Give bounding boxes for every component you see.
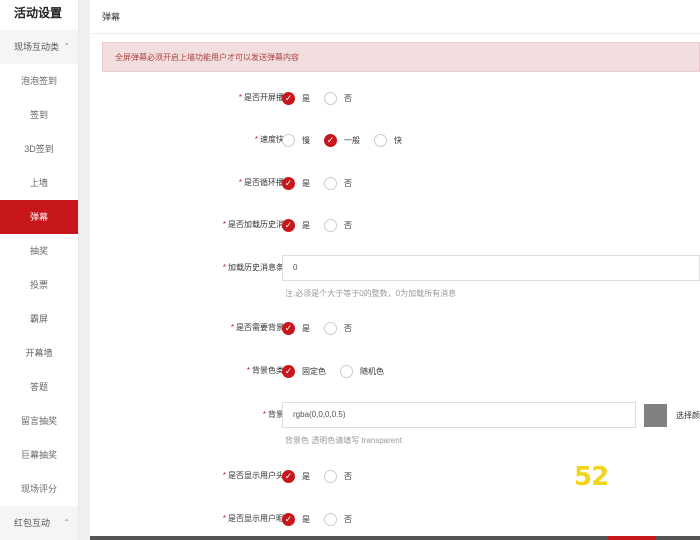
sidebar-group-label: 现场互动类 [14, 42, 60, 52]
form-row-bg-type: *背景色类型 固定色 随机色 [90, 361, 700, 381]
sidebar-item-wall[interactable]: 上墙 [0, 166, 78, 200]
radio-option-no[interactable]: 否 [324, 512, 352, 526]
pick-color-button[interactable]: 选择颜 [676, 410, 700, 421]
radio-option-no[interactable]: 否 [324, 469, 352, 483]
radio-option-random[interactable]: 随机色 [340, 364, 384, 378]
sidebar-item-bubble-signin[interactable]: 泡泡签到 [0, 64, 78, 98]
form-row-show-nickname: *是否显示用户昵称 是 否 [90, 509, 700, 529]
sidebar-item-danmaku[interactable]: 弹幕 [0, 200, 78, 234]
radio-option-normal[interactable]: 一般 [324, 133, 360, 147]
sidebar-group-label: 红包互动 [14, 518, 51, 528]
sidebar-item-giant-lottery[interactable]: 巨幕抽奖 [0, 438, 78, 472]
radio-unchecked-icon[interactable] [282, 133, 295, 147]
sidebar-item-bascreen[interactable]: 霸屏 [0, 302, 78, 336]
sidebar-group-redpacket[interactable]: 红包互动 ⌃ [0, 506, 78, 540]
radio-checked-icon[interactable] [282, 512, 295, 526]
radio-unchecked-icon[interactable] [324, 512, 337, 526]
radio-option-yes[interactable]: 是 [282, 91, 310, 105]
radio-unchecked-icon[interactable] [340, 364, 353, 378]
sidebar-item-lottery[interactable]: 抽奖 [0, 234, 78, 268]
form-row-loop: *是否循环播放 是 否 [90, 173, 700, 193]
settings-panel: 弹幕 全屏弹幕必须开启上墙功能用户才可以发送弹幕内容 *是否开屏播放 是 否 *… [90, 0, 700, 540]
radio-checked-icon[interactable] [282, 176, 295, 190]
panel-title: 弹幕 [90, 0, 700, 34]
sidebar-group-live[interactable]: 现场互动类 ⌃ [0, 30, 78, 64]
bg-color-input[interactable]: rgba(0,0,0,0.5) [282, 402, 636, 428]
radio-checked-icon[interactable] [282, 469, 295, 483]
watermark-logo: 52 [574, 462, 609, 492]
radio-option-fixed[interactable]: 固定色 [282, 364, 326, 378]
chevron-up-icon: ⌃ [63, 518, 70, 527]
sidebar: 活动设置 现场互动类 ⌃ 泡泡签到 签到 3D签到 上墙 弹幕 抽奖 投票 霸屏… [0, 0, 79, 540]
sidebar-item-scoring[interactable]: 现场评分 [0, 472, 78, 506]
radio-unchecked-icon[interactable] [324, 91, 337, 105]
history-count-help: 注:必须是个大于等于0的整数，0为加载所有消息 [285, 289, 457, 298]
form-row-need-bg: *是否需要背景色 是 否 [90, 318, 700, 338]
radio-option-no[interactable]: 否 [324, 91, 352, 105]
radio-option-fast[interactable]: 快 [374, 133, 402, 147]
radio-option-no[interactable]: 否 [324, 176, 352, 190]
radio-option-no[interactable]: 否 [324, 218, 352, 232]
bg-color-help: 背景色 透明色请填写 transparent [285, 436, 402, 445]
form-row-history: *是否加载历史消息 是 否 [90, 215, 700, 235]
sidebar-item-3d-signin[interactable]: 3D签到 [0, 132, 78, 166]
radio-checked-icon[interactable] [282, 218, 295, 232]
sidebar-item-vote[interactable]: 投票 [0, 268, 78, 302]
radio-unchecked-icon[interactable] [324, 218, 337, 232]
radio-unchecked-icon[interactable] [374, 133, 387, 147]
radio-option-yes[interactable]: 是 [282, 321, 310, 335]
radio-option-yes[interactable]: 是 [282, 218, 310, 232]
radio-checked-icon[interactable] [324, 133, 337, 147]
radio-option-no[interactable]: 否 [324, 321, 352, 335]
sidebar-item-signin[interactable]: 签到 [0, 98, 78, 132]
radio-unchecked-icon[interactable] [324, 321, 337, 335]
radio-checked-icon[interactable] [282, 321, 295, 335]
color-swatch[interactable] [644, 404, 667, 427]
sidebar-item-quiz[interactable]: 答题 [0, 370, 78, 404]
radio-checked-icon[interactable] [282, 364, 295, 378]
history-count-input[interactable]: 0 [282, 255, 700, 281]
radio-unchecked-icon[interactable] [324, 469, 337, 483]
submit-button[interactable] [608, 536, 656, 540]
sidebar-item-message-lottery[interactable]: 留言抽奖 [0, 404, 78, 438]
sidebar-item-opening-wall[interactable]: 开幕墙 [0, 336, 78, 370]
radio-option-yes[interactable]: 是 [282, 176, 310, 190]
radio-checked-icon[interactable] [282, 91, 295, 105]
sidebar-title: 活动设置 [14, 6, 63, 20]
warning-alert: 全屏弹幕必须开启上墙功能用户才可以发送弹幕内容 [102, 42, 700, 72]
radio-unchecked-icon[interactable] [324, 176, 337, 190]
form-row-speed: *速度快慢 慢 一般 快 [90, 130, 700, 150]
form-row-fullscreen: *是否开屏播放 是 否 [90, 88, 700, 108]
chevron-up-icon: ⌃ [63, 42, 70, 51]
radio-option-slow[interactable]: 慢 [282, 133, 310, 147]
radio-option-yes[interactable]: 是 [282, 469, 310, 483]
radio-option-yes[interactable]: 是 [282, 512, 310, 526]
form-row-show-avatar: *是否显示用户头像 是 否 [90, 466, 700, 486]
